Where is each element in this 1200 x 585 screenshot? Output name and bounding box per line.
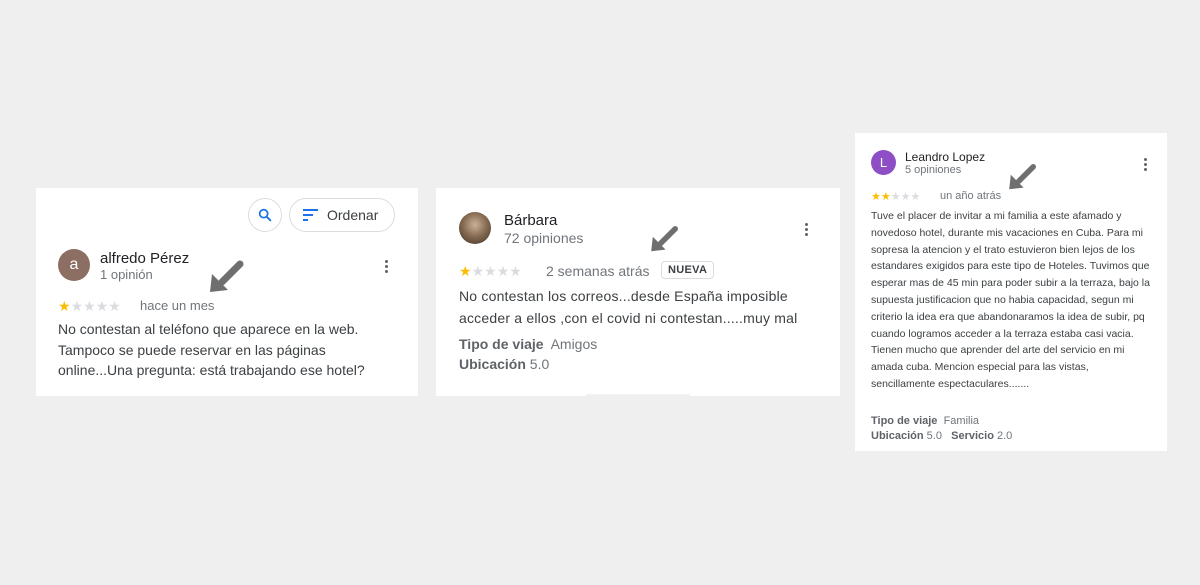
pointer-arrow-icon	[651, 225, 678, 252]
star-icon: ★	[471, 263, 485, 279]
star-icon: ★	[910, 191, 921, 203]
review-card-barbara: Bárbara 72 opiniones ★ ★ ★ ★ ★ 2 semanas atr…	[436, 188, 840, 396]
trip-type: Tipo de viaje Amigos	[459, 336, 598, 352]
star-icon: ★	[108, 298, 121, 314]
rating-stars: ★ ★ ★ ★ ★	[58, 298, 121, 315]
review-text: No contestan los correos...desde España …	[459, 288, 798, 326]
avatar[interactable]: a	[58, 249, 90, 281]
pointer-arrow-icon	[1009, 163, 1036, 190]
star-icon: ★	[496, 263, 510, 279]
sort-button[interactable]: Ordenar	[289, 198, 395, 232]
sort-lines-icon	[303, 209, 318, 221]
location-rating: Ubicación 5.0	[459, 356, 550, 372]
star-icon: ★	[509, 263, 522, 279]
star-icon: ★	[890, 191, 901, 203]
rating-stars: ★ ★ ★ ★ ★	[459, 263, 522, 280]
trip-type: Tipo de viaje Familia	[871, 415, 980, 427]
star-icon: ★	[83, 298, 96, 314]
reviewer-review-count: 1 opinión	[100, 267, 153, 282]
avatar[interactable]	[459, 212, 491, 244]
review-card-alfredo: Ordenar a alfredo Pérez 1 opinión ★ ★ ★ ★ ★ …	[36, 188, 418, 396]
new-badge: NUEVA	[661, 261, 715, 279]
search-icon	[258, 208, 272, 222]
review-card-leandro: L Leandro Lopez 5 opiniones ★ ★ ★ ★ ★ un año…	[855, 133, 1167, 451]
star-icon: ★	[871, 191, 881, 203]
star-icon: ★	[484, 263, 497, 279]
star-icon: ★	[70, 298, 84, 314]
review-date: un año atrás	[940, 190, 1002, 202]
more-options-icon[interactable]	[805, 223, 809, 238]
avatar[interactable]: L	[871, 150, 896, 175]
star-icon: ★	[900, 191, 911, 203]
star-icon: ★	[95, 298, 109, 314]
pointer-arrow-icon	[210, 260, 244, 292]
rating-stars: ★ ★ ★ ★ ★	[871, 190, 920, 203]
reviewer-name[interactable]: alfredo Pérez	[100, 250, 189, 267]
reviewer-review-count: 72 opiniones	[504, 230, 584, 246]
review-text: Tuve el placer de invitar a mi familia a…	[871, 210, 1150, 390]
search-button[interactable]	[248, 198, 282, 232]
star-icon: ★	[459, 263, 472, 279]
more-options-icon[interactable]	[385, 260, 389, 275]
review-date: hace un mes	[140, 298, 215, 313]
sort-button-label: Ordenar	[327, 207, 379, 223]
divider	[586, 394, 690, 396]
star-icon: ★	[58, 298, 71, 314]
more-options-icon[interactable]	[1144, 158, 1148, 173]
review-date: 2 semanas atrás	[546, 263, 650, 279]
star-icon: ★	[880, 191, 891, 203]
reviewer-review-count: 5 opiniones	[905, 164, 962, 176]
reviewer-name[interactable]: Leandro Lopez	[905, 150, 985, 164]
review-text: No contestan al teléfono que aparece en …	[58, 321, 365, 378]
location-service-rating: Ubicación 5.0 Servicio 2.0	[871, 430, 1013, 442]
reviewer-name[interactable]: Bárbara	[504, 212, 557, 229]
